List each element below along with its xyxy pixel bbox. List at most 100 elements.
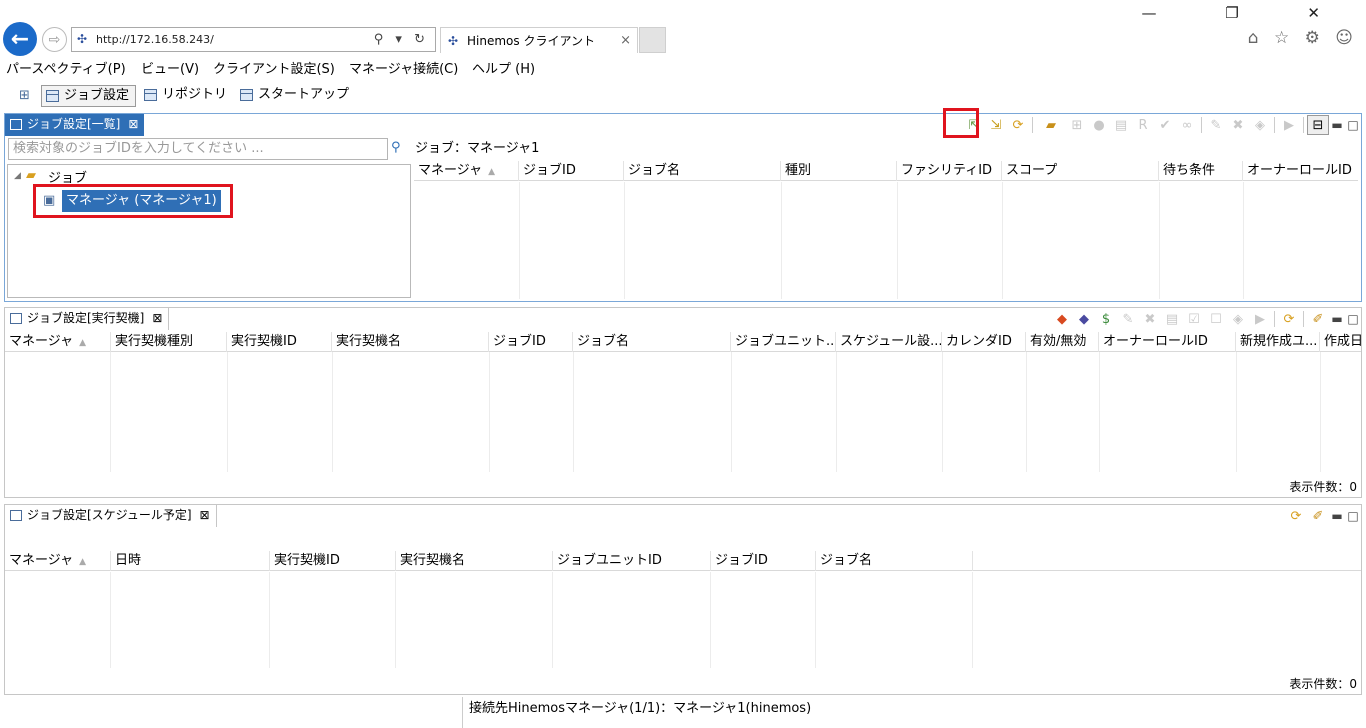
window-controls[interactable]: — ❐ ✕ xyxy=(1141,4,1352,22)
address-tools[interactable]: ⚲ ▾ ↻ xyxy=(374,28,429,51)
col-jobunit[interactable]: ジョブユニット... xyxy=(731,332,836,352)
grid-icon[interactable]: ⊞ xyxy=(1066,115,1088,135)
col-trigger-name[interactable]: 実行契機名 xyxy=(332,332,489,352)
menu-client-settings[interactable]: クライアント設定(S) xyxy=(213,58,335,77)
toolbar-separator xyxy=(1274,117,1275,133)
grid-line xyxy=(332,352,333,472)
circle-icon[interactable]: ● xyxy=(1088,115,1110,135)
tab-trigger[interactable]: ジョブ設定[実行契機] ⊠ xyxy=(5,308,170,330)
col-facility-id[interactable]: ファシリティID xyxy=(897,161,1002,181)
col-job-name[interactable]: ジョブ名 xyxy=(624,161,781,181)
browser-right-tools[interactable]: ⌂ ☆ ⚙ ☺ xyxy=(1248,28,1358,48)
grid-line xyxy=(395,572,396,668)
refresh-icon[interactable]: ⟳ xyxy=(1007,115,1029,135)
perspective-job-settings[interactable]: ジョブ設定 xyxy=(41,85,137,107)
grid-line xyxy=(897,182,898,299)
col-owner-role[interactable]: オーナーロールID xyxy=(1099,332,1236,352)
maximize-icon[interactable]: □ xyxy=(1345,509,1361,523)
collapse-arrow-icon[interactable]: ◢ xyxy=(14,171,21,181)
perspective-startup[interactable]: スタートアップ xyxy=(236,85,355,107)
eraser-icon[interactable]: ◈ xyxy=(1227,309,1249,329)
filter-icon[interactable]: ✐ xyxy=(1307,309,1329,329)
col-scope[interactable]: スコープ xyxy=(1002,161,1159,181)
col-wait[interactable]: 待ち条件 xyxy=(1159,161,1243,181)
edit-icon[interactable]: ✎ xyxy=(1205,115,1227,135)
grid-line xyxy=(110,572,111,668)
col-created[interactable]: 作成日 xyxy=(1320,332,1361,352)
import-icon[interactable]: ⇲ xyxy=(985,115,1007,135)
col-trigger-id[interactable]: 実行契機ID xyxy=(270,551,396,571)
perspective-repository[interactable]: リポジトリ xyxy=(140,85,233,107)
col-job-name[interactable]: ジョブ名 xyxy=(816,551,973,571)
col-type[interactable]: 種別 xyxy=(781,161,897,181)
add-manual-icon[interactable]: $ xyxy=(1095,309,1117,329)
forward-button[interactable]: ⇨ xyxy=(42,27,67,52)
site-favicon-icon: ✣ xyxy=(77,32,88,46)
col-manager[interactable]: マネージャ ▲ xyxy=(5,332,111,352)
search-icon[interactable]: ⚲ xyxy=(391,140,401,155)
close-icon[interactable]: ⊠ xyxy=(152,308,162,329)
close-icon[interactable]: ⊠ xyxy=(199,505,209,526)
col-job-id[interactable]: ジョブID xyxy=(489,332,573,352)
col-datetime[interactable]: 日時 xyxy=(111,551,270,571)
col-job-id[interactable]: ジョブID xyxy=(711,551,816,571)
edit-icon[interactable]: ✎ xyxy=(1117,309,1139,329)
grid-line xyxy=(1002,182,1003,299)
toolbar-separator xyxy=(1274,311,1275,327)
tab-schedule[interactable]: ジョブ設定[スケジュール予定] ⊠ xyxy=(5,505,217,527)
disable-icon[interactable]: ☐ xyxy=(1205,309,1227,329)
tab-job-list[interactable]: ジョブ設定[一覧] ⊠ xyxy=(5,114,145,136)
open-perspective-icon[interactable]: ⊞ xyxy=(19,88,30,103)
maximize-icon[interactable]: □ xyxy=(1345,118,1361,132)
refresh-icon[interactable]: ⟳ xyxy=(1278,309,1300,329)
add-file-check-icon[interactable]: ◆ xyxy=(1073,309,1095,329)
delete-icon[interactable]: ✖ xyxy=(1227,115,1249,135)
filter-icon[interactable]: ✐ xyxy=(1307,506,1329,526)
maximize-icon[interactable]: □ xyxy=(1345,312,1361,326)
col-calendar[interactable]: カレンダID xyxy=(942,332,1026,352)
col-job-name[interactable]: ジョブ名 xyxy=(573,332,731,352)
menu-help[interactable]: ヘルプ (H) xyxy=(472,58,535,77)
address-bar[interactable]: ✣ http://172.16.58.243/ ⚲ ▾ ↻ xyxy=(71,27,436,52)
check-icon[interactable]: ✔ xyxy=(1154,115,1176,135)
link-icon[interactable]: ∞ xyxy=(1176,115,1198,135)
new-tab-button[interactable] xyxy=(639,27,666,53)
r-icon[interactable]: R xyxy=(1132,115,1154,135)
col-owner-role[interactable]: オーナーロールID xyxy=(1243,161,1358,181)
add-schedule-icon[interactable]: ◆ xyxy=(1051,309,1073,329)
document-icon[interactable]: ▤ xyxy=(1110,115,1132,135)
minimize-icon[interactable]: ▬ xyxy=(1329,118,1345,132)
run-icon[interactable]: ▶ xyxy=(1249,309,1271,329)
run-icon[interactable]: ▶ xyxy=(1278,115,1300,135)
copy-icon[interactable]: ▤ xyxy=(1161,309,1183,329)
col-schedule[interactable]: スケジュール設... xyxy=(836,332,942,352)
refresh-icon[interactable]: ⟳ xyxy=(1285,506,1307,526)
menu-perspective[interactable]: パースペクティブ(P) xyxy=(6,58,126,77)
menu-view[interactable]: ビュー(V) xyxy=(141,58,199,77)
col-manager[interactable]: マネージャ ▲ xyxy=(5,551,111,571)
col-creator[interactable]: 新規作成ユ... xyxy=(1236,332,1320,352)
job-search-input[interactable]: 検索対象のジョブIDを入力してください ... xyxy=(8,138,388,160)
delete-icon[interactable]: ✖ xyxy=(1139,309,1161,329)
arrow-right-icon: ⇨ xyxy=(48,31,61,48)
grid-line xyxy=(110,352,111,472)
menu-manager-connect[interactable]: マネージャ接続(C) xyxy=(349,58,458,77)
close-icon[interactable]: ⊠ xyxy=(128,114,138,135)
col-jobunit-id[interactable]: ジョブユニットID xyxy=(553,551,711,571)
col-valid[interactable]: 有効/無効 xyxy=(1026,332,1099,352)
open-folder-icon[interactable]: ▰ xyxy=(1036,115,1066,135)
col-trigger-name[interactable]: 実行契機名 xyxy=(396,551,553,571)
minimize-icon[interactable]: ▬ xyxy=(1329,312,1345,326)
tab-close-icon[interactable]: × xyxy=(620,28,631,54)
eraser-icon[interactable]: ◈ xyxy=(1249,115,1271,135)
search-placeholder: 検索対象のジョブIDを入力してください ... xyxy=(13,141,264,156)
col-job-id[interactable]: ジョブID xyxy=(519,161,624,181)
back-button[interactable]: ← xyxy=(3,22,37,56)
minimize-icon[interactable]: ▬ xyxy=(1329,509,1345,523)
enable-icon[interactable]: ☑ xyxy=(1183,309,1205,329)
col-trigger-type[interactable]: 実行契機種別 xyxy=(111,332,227,352)
browser-tab[interactable]: ✣ Hinemos クライアント × xyxy=(440,27,638,53)
col-trigger-id[interactable]: 実行契機ID xyxy=(227,332,332,352)
tree-toggle-icon[interactable]: ⊟ xyxy=(1307,115,1329,135)
col-manager[interactable]: マネージャ ▲ xyxy=(414,161,519,181)
